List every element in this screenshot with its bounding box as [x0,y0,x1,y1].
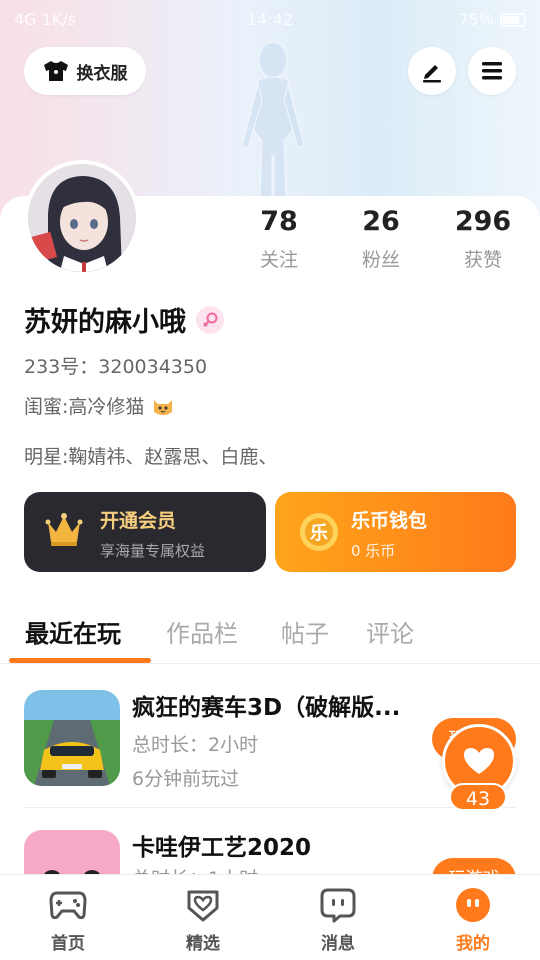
battery-indicator: 75% [458,10,526,29]
game-title: 卡哇伊工艺2020 [132,835,312,861]
nav-featured[interactable]: 精选 [153,885,253,954]
username-row: 苏妍的麻小哦 [24,300,224,339]
avatar[interactable] [24,160,140,276]
game-last-played: 6分钟前玩过 [132,768,240,790]
avatar-illustration [28,164,136,272]
nav-messages-label: 消息 [321,934,355,954]
nav-home-label: 首页 [51,934,85,954]
vip-subtitle: 享海量专属权益 [100,542,206,560]
vip-title: 开通会员 [100,510,177,532]
tab-comments[interactable]: 评论 [366,614,414,649]
battery-percent: 75% [458,10,494,29]
coin-icon: 乐 [300,513,338,551]
followers-label: 粉丝 [361,249,400,271]
stat-likes[interactable]: 296 获赞 [433,206,533,272]
menu-icon [482,62,502,80]
followers-count: 26 [362,206,400,237]
vip-membership-card[interactable]: 开通会员 享海量专属权益 [24,492,266,572]
game-duration: 总时长：2小时 [132,734,259,756]
crown-icon [45,513,83,546]
likes-count: 296 [454,206,512,237]
bottom-navigation: 首页 精选 消息 我的 [0,874,540,960]
dress-up-label: 换衣服 [76,63,128,84]
profile-dots-icon [453,885,493,925]
cat-face-icon [154,400,173,415]
username: 苏妍的麻小哦 [24,307,186,338]
wallet-title: 乐币钱包 [351,510,428,532]
edit-profile-button[interactable] [408,47,456,95]
stars-line: 明星:鞠婧祎、赵露思、白鹿、 [24,446,278,468]
nav-home[interactable]: 首页 [18,885,118,954]
tshirt-icon [43,61,68,81]
active-tab-indicator [9,658,151,663]
likes-label: 获赞 [463,249,502,271]
edit-icon [423,65,441,83]
floating-like-count: 43 [449,783,507,811]
wallet-subtitle: 0 乐币 [351,542,396,560]
nav-featured-label: 精选 [186,934,220,954]
stat-followers[interactable]: 26 粉丝 [331,206,431,272]
user-id-line: 233号：320034350 [24,356,208,378]
dress-up-button[interactable]: 换衣服 [24,47,146,95]
battery-icon [500,12,526,27]
chat-icon [318,885,358,925]
profile-tabs: 最近在玩 作品栏 帖子 评论 [0,610,540,664]
game-title: 疯狂的赛车3D（破解版... [132,695,401,721]
following-count: 78 [260,206,298,237]
game-icon-racing [24,690,120,786]
female-gender-icon [196,305,224,334]
bestie-line[interactable]: 闺蜜:高冷修猫 [24,392,174,419]
following-label: 关注 [259,249,298,271]
tab-recent-play[interactable]: 最近在玩 [25,614,121,649]
nav-profile[interactable]: 我的 [423,885,523,954]
nav-profile-label: 我的 [456,934,490,954]
stat-following[interactable]: 78 关注 [229,206,329,272]
tab-works[interactable]: 作品栏 [166,614,238,649]
menu-button[interactable] [468,47,516,95]
nav-messages[interactable]: 消息 [288,885,388,954]
coin-glyph: 乐 [310,523,328,544]
status-bar: 4G 1K/s 14:42 75% [0,0,540,40]
bestie-text: 闺蜜:高冷修猫 [24,396,145,418]
gamepad-icon [48,885,88,925]
tab-posts[interactable]: 帖子 [281,614,329,649]
list-divider [24,807,516,808]
heart-tag-icon [183,885,223,925]
heart-icon [464,748,494,774]
wallet-card[interactable]: 乐 乐币钱包 0 乐币 [275,492,516,572]
